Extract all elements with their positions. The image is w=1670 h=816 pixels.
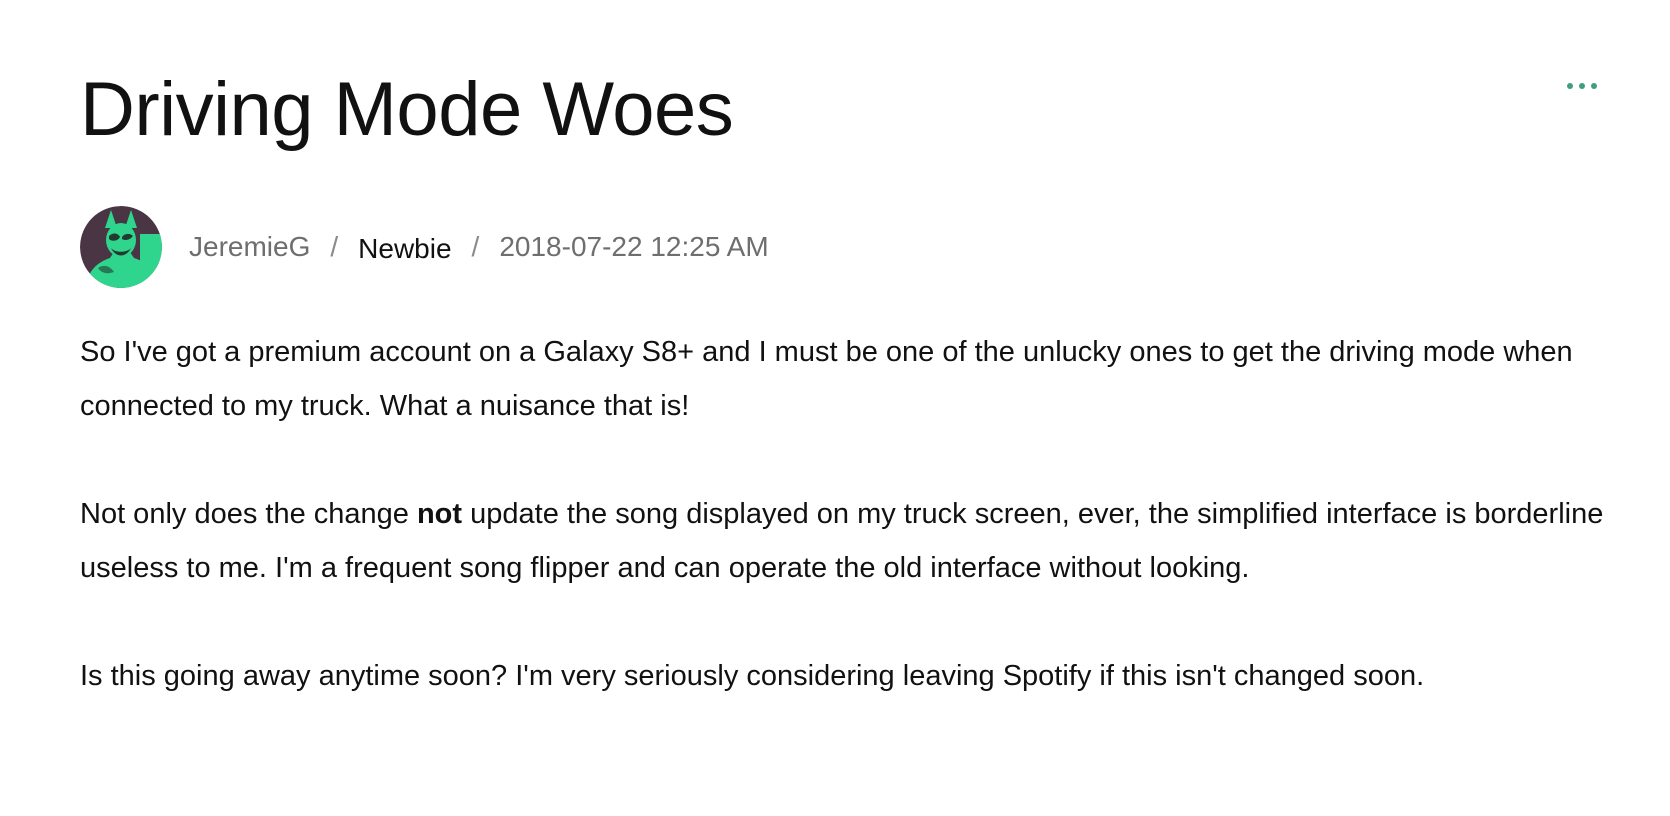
menu-dot [1579,83,1585,89]
post-timestamp: 2018-07-22 12:25 AM [499,231,769,262]
more-options-icon[interactable] [1558,72,1606,100]
author-rank[interactable]: Newbie [358,233,451,265]
meta-separator: / [330,231,339,262]
user-avatar-image [80,206,162,288]
post-body: So I've got a premium account on a Galax… [80,325,1625,757]
author-name[interactable]: JeremieG [189,231,310,263]
meta-separator: / [471,231,480,262]
avatar[interactable] [80,206,162,288]
emphasis-text: not [416,498,463,530]
paragraph-text: Not only does the change [80,498,417,530]
post-title: Driving Mode Woes [80,67,734,152]
menu-dot [1567,83,1573,89]
post-paragraph: Not only does the change not update the … [80,487,1625,595]
menu-dot [1591,83,1597,89]
post-paragraph: Is this going away anytime soon? I'm ver… [80,660,1425,692]
post-paragraph: So I've got a premium account on a Galax… [80,336,1573,422]
post-meta: JeremieG / Newbie / 2018-07-22 12:25 AM [80,206,769,288]
forum-post: Driving Mode Woes JeremieG / Newbie / 20… [80,0,1620,816]
